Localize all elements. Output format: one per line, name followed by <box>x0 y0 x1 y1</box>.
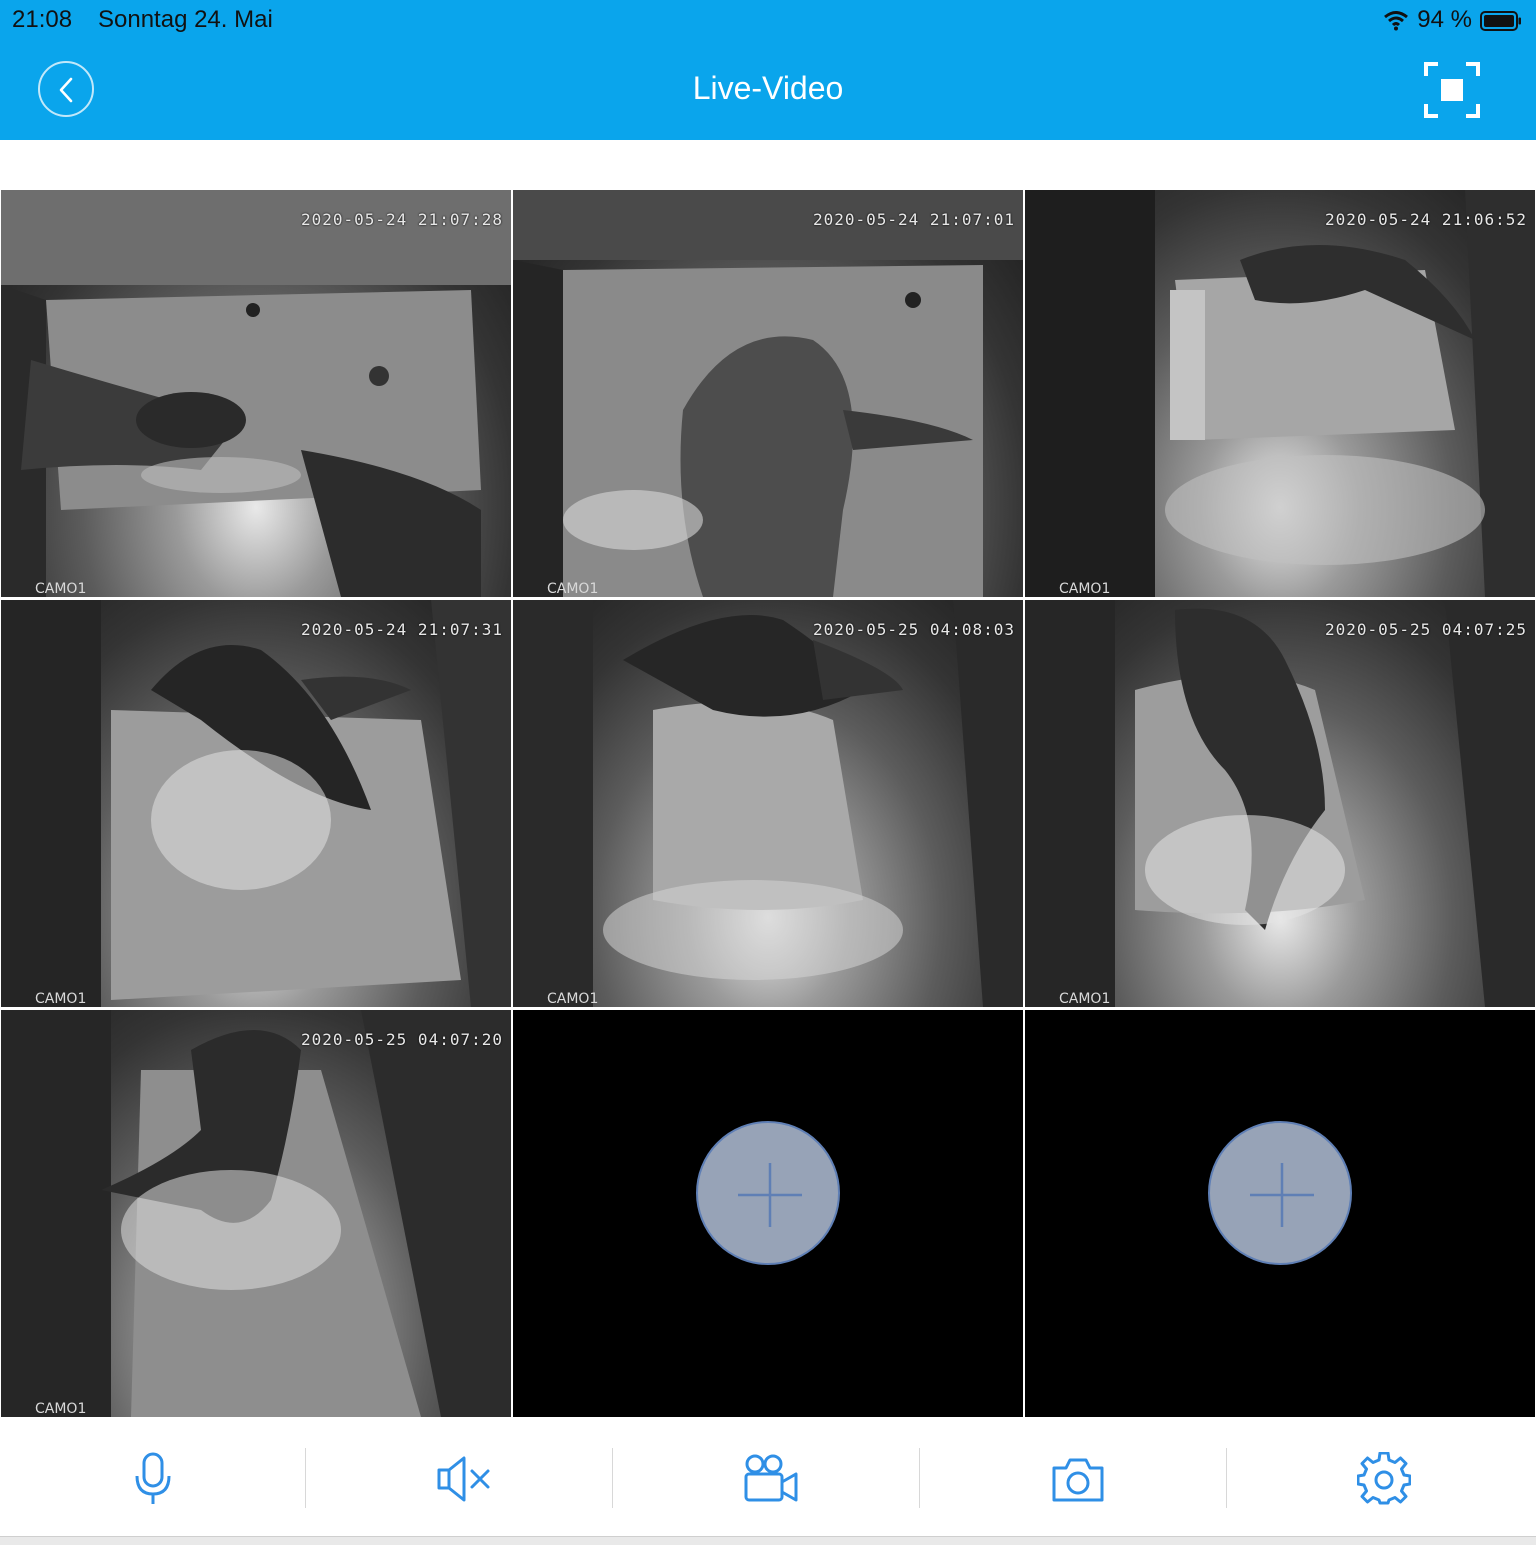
video-timestamp: 2020-05-25 04:07:25 <box>1324 620 1527 639</box>
camera-feed-image <box>513 190 1023 597</box>
video-tile[interactable]: 2020-05-24 21:07:31 CAMO1 <box>1 600 511 1007</box>
battery-percent: 94 % <box>1417 6 1472 33</box>
empty-camera-slot <box>1025 1010 1535 1417</box>
settings-button[interactable] <box>1228 1418 1534 1536</box>
add-camera-button[interactable] <box>1208 1121 1352 1265</box>
camera-label: CAMO1 <box>1059 991 1111 1007</box>
plus-icon <box>738 1163 802 1227</box>
video-timestamp: 2020-05-24 21:07:01 <box>812 210 1015 229</box>
camera-label: CAMO1 <box>547 991 599 1007</box>
camera-label: CAMO1 <box>35 581 87 597</box>
page-title: Live-Video <box>692 70 844 106</box>
camera-feed-image <box>1 190 511 597</box>
app-header: 21:08 Sonntag 24. Mai 94 % Live-Video <box>0 0 1536 140</box>
video-tile[interactable]: 2020-05-25 04:07:25 CAMO1 <box>1025 600 1535 1007</box>
camera-label: CAMO1 <box>547 581 599 597</box>
toolbar-divider <box>305 1448 306 1508</box>
toolbar-divider <box>919 1448 920 1508</box>
snapshot-button[interactable] <box>921 1418 1227 1536</box>
camera-label: CAMO1 <box>35 1401 87 1417</box>
camera-feed-image <box>1025 190 1535 597</box>
video-tile[interactable]: 2020-05-24 21:07:28 CAMO1 <box>1 190 511 597</box>
video-timestamp: 2020-05-24 21:07:31 <box>300 620 503 639</box>
fullscreen-icon <box>1424 62 1480 118</box>
camera-icon <box>1052 1458 1104 1502</box>
toolbar-divider <box>612 1448 613 1508</box>
speaker-mute-icon <box>437 1456 490 1502</box>
video-camera-icon <box>744 1454 798 1502</box>
video-tile[interactable]: 2020-05-24 21:07:01 CAMO1 <box>513 190 1023 597</box>
toolbar-divider <box>1226 1448 1227 1508</box>
microphone-button[interactable] <box>0 1418 306 1536</box>
video-tile[interactable]: 2020-05-25 04:07:20 CAMO1 <box>1 1010 511 1417</box>
empty-camera-slot <box>513 1010 1023 1417</box>
mute-button[interactable] <box>307 1418 613 1536</box>
camera-feed-image <box>1025 600 1535 1007</box>
fullscreen-button[interactable] <box>1424 62 1480 118</box>
record-button[interactable] <box>614 1418 920 1536</box>
video-tile[interactable]: 2020-05-25 04:08:03 CAMO1 <box>513 600 1023 1007</box>
plus-icon <box>1250 1163 1314 1227</box>
camera-label: CAMO1 <box>35 991 87 1007</box>
camera-feed-image <box>1 1010 511 1417</box>
camera-feed-image <box>513 600 1023 1007</box>
video-tile[interactable]: 2020-05-24 21:06:52 CAMO1 <box>1025 190 1535 597</box>
video-timestamp: 2020-05-24 21:07:28 <box>300 210 503 229</box>
status-indicators: 94 % <box>1383 6 1522 34</box>
video-timestamp: 2020-05-25 04:07:20 <box>300 1030 503 1049</box>
camera-feed-image <box>1 600 511 1007</box>
status-time: 21:08 <box>12 6 73 33</box>
video-timestamp: 2020-05-24 21:06:52 <box>1324 210 1527 229</box>
video-timestamp: 2020-05-25 04:08:03 <box>812 620 1015 639</box>
microphone-icon <box>135 1452 171 1504</box>
gear-icon <box>1357 1452 1411 1505</box>
camera-label: CAMO1 <box>1059 581 1111 597</box>
video-grid: 2020-05-24 21:07:28 CAMO1 2020-05-24 21:… <box>0 190 1536 1417</box>
add-camera-button[interactable] <box>696 1121 840 1265</box>
bottom-toolbar <box>0 1418 1536 1536</box>
wifi-icon <box>1383 9 1409 31</box>
status-date: Sonntag 24. Mai <box>98 6 273 33</box>
battery-icon <box>1480 10 1522 31</box>
